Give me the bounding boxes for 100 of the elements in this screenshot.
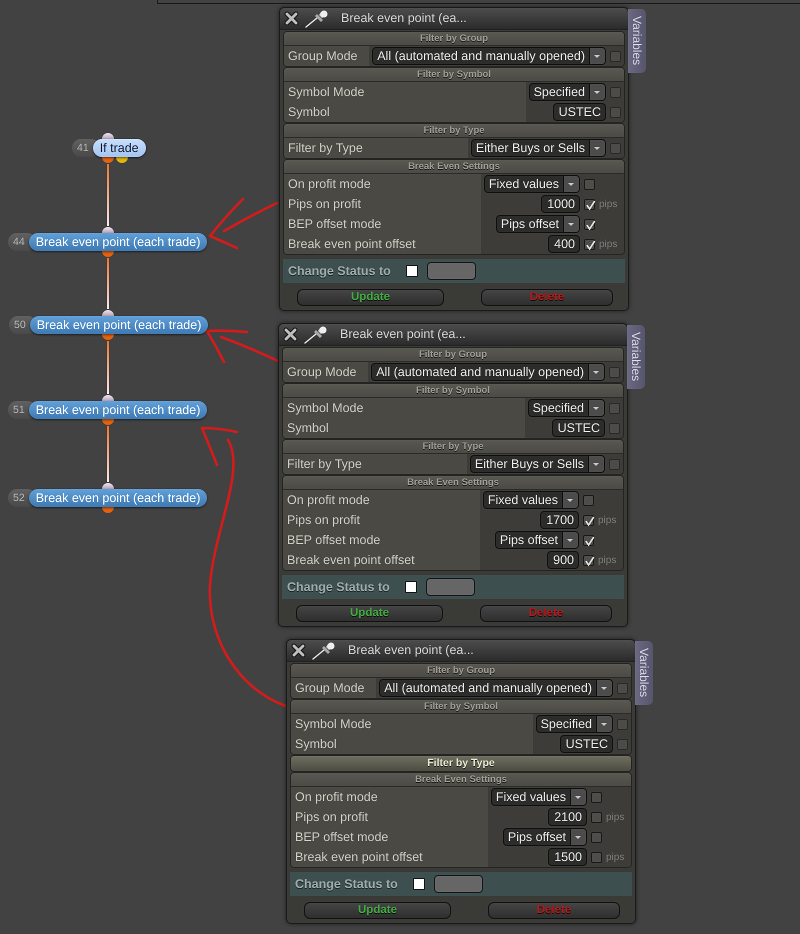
dropdown[interactable]: Either Buys or Sells xyxy=(470,455,605,473)
caret-icon[interactable] xyxy=(562,532,578,548)
text-field[interactable]: 1500 xyxy=(548,848,587,866)
checkbox[interactable] xyxy=(583,554,594,566)
caret-icon[interactable] xyxy=(596,680,612,696)
dropdown[interactable]: Fixed values xyxy=(484,175,580,193)
input-port-icon[interactable] xyxy=(102,309,114,316)
dropdown[interactable]: Pips offset xyxy=(494,531,579,549)
close-icon[interactable] xyxy=(283,327,298,342)
caret-icon[interactable] xyxy=(589,84,605,100)
checkbox[interactable] xyxy=(584,218,595,230)
input-port-icon[interactable] xyxy=(102,482,114,489)
dropdown[interactable]: Pips offset xyxy=(496,215,580,233)
output-port-icon[interactable] xyxy=(116,157,128,164)
output-port-icon[interactable] xyxy=(102,251,114,258)
variables-tab[interactable]: Variables xyxy=(627,325,645,389)
update-button[interactable]: Update xyxy=(297,289,444,306)
status-field[interactable] xyxy=(426,262,476,280)
variables-tab[interactable]: Variables xyxy=(635,641,653,705)
checkbox[interactable] xyxy=(583,514,594,526)
variables-tab[interactable]: Variables xyxy=(628,9,646,73)
close-icon[interactable] xyxy=(284,11,299,26)
status-field[interactable] xyxy=(434,875,483,893)
dropdown[interactable]: Fixed values xyxy=(482,491,579,509)
section-header[interactable]: Filter by Type xyxy=(291,756,631,771)
section-header[interactable]: Filter by Group xyxy=(284,32,624,46)
caret-icon[interactable] xyxy=(588,456,604,472)
caret-icon[interactable] xyxy=(563,216,579,232)
dropdown[interactable]: Specified xyxy=(528,83,606,101)
field-label: BEP offset mode xyxy=(283,530,480,550)
checkbox[interactable] xyxy=(591,812,602,822)
text-field[interactable]: USTEC xyxy=(553,103,606,121)
text-field[interactable]: 1700 xyxy=(540,511,579,529)
field-label: Symbol Mode xyxy=(283,398,525,418)
output-port-icon[interactable] xyxy=(102,157,114,164)
caret-icon[interactable] xyxy=(570,829,586,845)
section-header[interactable]: Filter by Group xyxy=(291,664,631,678)
pushpin-icon[interactable] xyxy=(304,326,328,344)
checkbox[interactable] xyxy=(584,238,595,250)
unit-label: pips xyxy=(598,554,618,568)
dropdown[interactable]: Specified xyxy=(536,715,613,733)
text-field[interactable]: 1000 xyxy=(541,195,580,213)
checkbox[interactable] xyxy=(591,792,602,802)
section-header[interactable]: Break Even Settings xyxy=(283,476,623,490)
text-field[interactable]: 900 xyxy=(547,551,579,569)
status-field[interactable] xyxy=(426,578,475,596)
pushpin-icon[interactable] xyxy=(312,642,336,660)
section-header[interactable]: Filter by Type xyxy=(283,440,623,454)
caret-icon[interactable] xyxy=(589,48,605,64)
checkbox[interactable] xyxy=(591,852,602,862)
status-checkbox[interactable] xyxy=(404,581,417,593)
section-header[interactable]: Break Even Settings xyxy=(284,160,624,174)
field-label: BEP offset mode xyxy=(284,214,481,234)
section-header[interactable]: Filter by Group xyxy=(283,348,623,362)
section-header[interactable]: Filter by Symbol xyxy=(291,700,631,714)
field-label: On profit mode xyxy=(291,787,488,807)
checkbox[interactable] xyxy=(584,178,595,190)
update-button[interactable]: Update xyxy=(296,605,443,622)
caret-icon[interactable] xyxy=(588,364,604,380)
field-label: Group Mode xyxy=(283,362,368,382)
dropdown[interactable]: Specified xyxy=(528,399,605,417)
text-field[interactable]: USTEC xyxy=(560,735,613,753)
checkbox[interactable] xyxy=(583,534,594,546)
caret-icon[interactable] xyxy=(570,789,586,805)
caret-icon[interactable] xyxy=(589,140,605,156)
dropdown[interactable]: Pips offset xyxy=(502,828,587,846)
status-checkbox[interactable] xyxy=(406,265,418,277)
output-port-icon[interactable] xyxy=(102,419,114,426)
section-header[interactable]: Filter by Symbol xyxy=(283,384,623,398)
section-header[interactable]: Break Even Settings xyxy=(291,773,631,787)
status-checkbox[interactable] xyxy=(412,878,425,890)
update-button[interactable]: Update xyxy=(304,902,451,919)
connector-line xyxy=(107,258,109,309)
input-port-icon[interactable] xyxy=(102,394,114,401)
caret-icon[interactable] xyxy=(588,400,604,416)
dropdown[interactable]: Fixed values xyxy=(490,788,587,806)
window-title: Break even point (ea... xyxy=(348,642,474,660)
dropdown[interactable]: All (automated and manually opened) xyxy=(371,363,605,381)
output-port-icon[interactable] xyxy=(102,334,114,341)
dropdown[interactable]: Either Buys or Sells xyxy=(470,139,606,157)
caret-icon[interactable] xyxy=(596,716,612,732)
input-port-icon[interactable] xyxy=(102,226,114,233)
caret-icon[interactable] xyxy=(562,492,578,508)
input-port-icon[interactable] xyxy=(102,132,114,139)
close-icon[interactable] xyxy=(291,643,306,658)
caret-icon[interactable] xyxy=(563,176,579,192)
text-field[interactable]: USTEC xyxy=(552,419,605,437)
section-header[interactable]: Filter by Symbol xyxy=(284,68,624,82)
text-field[interactable]: 400 xyxy=(548,235,580,253)
pushpin-icon[interactable] xyxy=(305,10,329,28)
output-port-icon[interactable] xyxy=(102,507,114,514)
section-header[interactable]: Filter by Type xyxy=(284,124,624,138)
checkbox[interactable] xyxy=(583,494,594,506)
check-icon xyxy=(584,516,595,526)
dropdown[interactable]: All (automated and manually opened) xyxy=(372,47,606,65)
checkbox[interactable] xyxy=(584,198,595,210)
checkbox[interactable] xyxy=(591,832,602,842)
field-label: BEP offset mode xyxy=(291,827,488,847)
dropdown[interactable]: All (automated and manually opened) xyxy=(379,679,613,697)
text-field[interactable]: 2100 xyxy=(548,808,587,826)
